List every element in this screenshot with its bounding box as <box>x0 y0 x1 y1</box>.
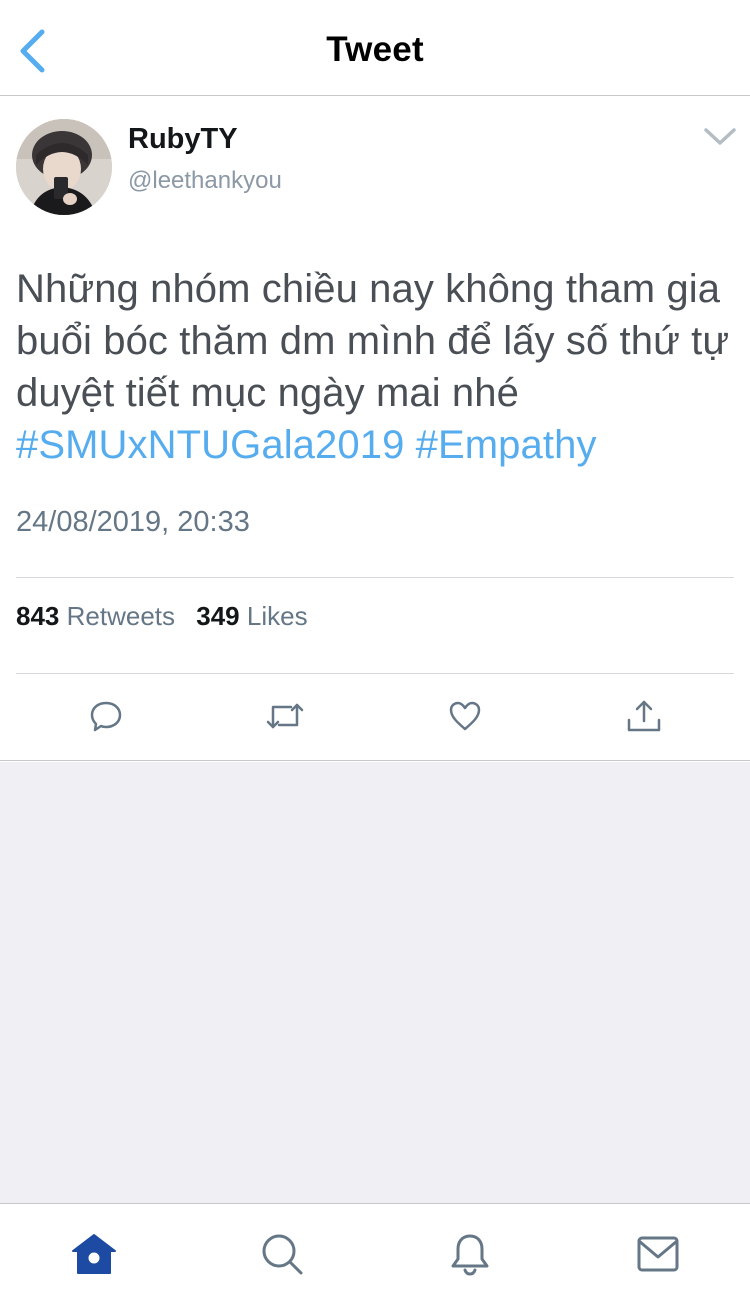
divider <box>16 673 734 674</box>
tweet-text: Những nhóm chiều nay không tham gia buổi… <box>16 263 736 471</box>
empty-background <box>0 762 750 1203</box>
reply-button[interactable] <box>84 694 128 738</box>
like-button[interactable] <box>443 694 487 738</box>
messages-icon <box>637 1236 679 1272</box>
likes-stat[interactable]: 349 Likes <box>196 601 307 631</box>
notifications-icon <box>451 1234 489 1276</box>
reply-icon <box>90 701 122 732</box>
tab-messages[interactable] <box>634 1230 682 1278</box>
retweets-label: Retweets <box>66 601 176 631</box>
tweet-body: Những nhóm chiều nay không tham gia buổi… <box>16 267 730 415</box>
tab-home[interactable] <box>70 1230 118 1278</box>
hashtag-link[interactable]: #SMUxNTUGala2019 <box>16 423 404 467</box>
hashtag-link[interactable]: #Empathy <box>416 423 597 467</box>
tab-search[interactable] <box>258 1230 306 1278</box>
home-icon <box>72 1234 116 1274</box>
retweet-icon <box>266 703 304 729</box>
chevron-down-icon <box>704 128 736 145</box>
tab-notifications[interactable] <box>446 1230 494 1278</box>
share-button[interactable] <box>622 694 666 738</box>
heart-icon <box>449 701 481 731</box>
avatar[interactable] <box>16 119 112 215</box>
share-icon <box>627 700 661 732</box>
likes-label: Likes <box>246 601 308 631</box>
retweets-count: 843 <box>16 601 60 631</box>
top-nav-bar: Tweet <box>0 0 750 96</box>
tweet-menu-button[interactable] <box>700 122 740 152</box>
tweet-stats: 843 Retweets 349 Likes <box>16 601 322 632</box>
page-title: Tweet <box>326 30 424 69</box>
retweets-stat[interactable]: 843 Retweets <box>16 601 175 631</box>
search-icon <box>262 1234 303 1275</box>
author-display-name[interactable]: RubyTY <box>128 123 238 156</box>
likes-count: 349 <box>196 601 240 631</box>
tweet-detail: RubyTY @leethankyou Những nhóm chiều nay… <box>0 96 750 761</box>
bottom-tab-bar <box>0 1203 750 1301</box>
avatar-photo <box>16 119 112 215</box>
author-handle[interactable]: @leethankyou <box>128 167 282 195</box>
divider <box>16 577 734 578</box>
retweet-button[interactable] <box>263 694 307 738</box>
tweet-timestamp: 24/08/2019, 20:33 <box>16 506 250 538</box>
